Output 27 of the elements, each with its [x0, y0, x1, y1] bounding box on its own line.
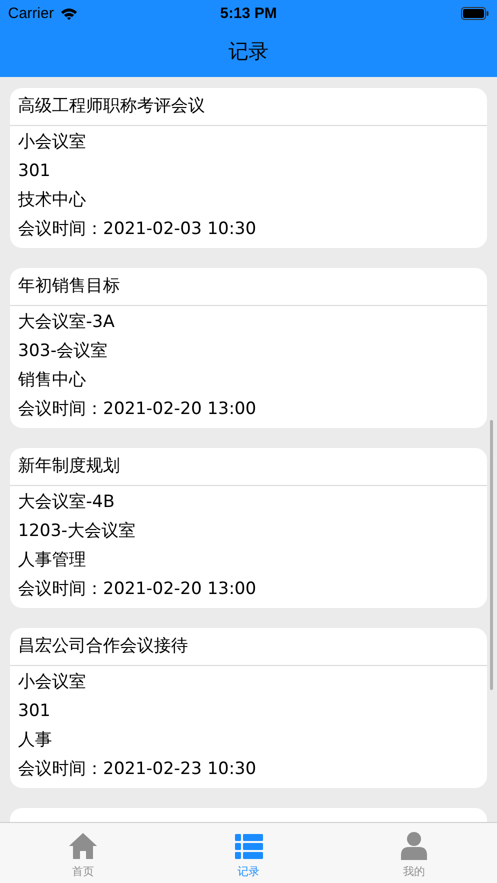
- record-detail: 人事: [18, 729, 53, 752]
- record-detail: 301: [18, 700, 52, 723]
- record-detail: 技术中心: [18, 189, 87, 212]
- record-detail: 大会议室-3A: [18, 311, 116, 334]
- record-detail: 小会议室: [18, 671, 87, 694]
- record-detail: 1203-大会议室: [18, 520, 136, 543]
- carrier-name: Carrier: [8, 4, 54, 22]
- record-detail: 人事管理: [18, 549, 87, 572]
- record-card[interactable]: 昌宏公司合作会议接待 小会议室 301 人事 会议时间：2021-02-23 10:30: [10, 628, 487, 788]
- record-title: 年初销售目标: [10, 268, 487, 306]
- record-detail: 会议时间：2021-02-23 10:30: [18, 758, 258, 781]
- record-detail: 会议时间：2021-02-20 13:00: [18, 398, 258, 421]
- record-detail: 销售中心: [18, 369, 87, 392]
- record-title: 新年制度规划: [10, 448, 487, 486]
- record-detail: 会议时间：2021-02-20 13:00: [18, 578, 258, 601]
- record-card[interactable]: 年初销售目标 大会议室-3A 303-会议室 销售中心 会议时间：2021-02-20 13:00: [10, 268, 487, 428]
- record-card[interactable]: 高级工程师职称考评会议 小会议室 301 技术中心 会议时间：2021-02-03 10:30: [10, 88, 487, 248]
- record-detail: 小会议室: [18, 131, 87, 154]
- record-detail: 301: [18, 160, 52, 183]
- record-detail: 303-会议室: [18, 340, 109, 363]
- nav-title: 记录: [228, 38, 268, 65]
- status-time: 5:13 PM: [220, 4, 277, 22]
- record-title: 高级工程师职称考评会议: [10, 88, 487, 126]
- record-detail: 会议时间：2021-02-03 10:30: [18, 218, 258, 241]
- record-detail: 大会议室-4B: [18, 491, 116, 514]
- record-title: 昌宏公司合作会议接待: [10, 628, 487, 666]
- record-card[interactable]: 新年制度规划 大会议室-4B 1203-大会议室 人事管理 会议时间：2021-02-20 13:00: [10, 448, 487, 608]
